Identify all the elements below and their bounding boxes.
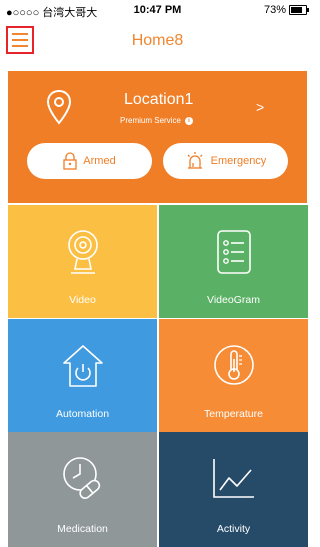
emergency-button[interactable]: Emergency bbox=[163, 143, 288, 179]
page-title: Home8 bbox=[131, 32, 184, 49]
battery-percent: 73% bbox=[263, 4, 286, 16]
list-document-icon bbox=[216, 230, 251, 274]
home-power-icon bbox=[62, 345, 103, 387]
video-label: Video bbox=[69, 294, 96, 306]
chevron-right-icon[interactable]: > bbox=[256, 99, 264, 115]
battery-status: 73% bbox=[263, 4, 309, 16]
activity-tile[interactable]: Activity bbox=[159, 432, 308, 547]
alarm-siren-icon bbox=[187, 152, 203, 169]
videogram-tile[interactable]: VideoGram bbox=[159, 205, 308, 318]
premium-service-label: Premium Service i bbox=[120, 116, 193, 125]
activity-chart-icon bbox=[212, 459, 254, 498]
info-icon[interactable]: i bbox=[184, 116, 193, 125]
temperature-label: Temperature bbox=[204, 408, 263, 420]
video-tile[interactable]: Video bbox=[8, 205, 157, 318]
thermometer-icon bbox=[213, 345, 254, 385]
lock-icon bbox=[63, 152, 77, 170]
clock-pill-icon bbox=[62, 457, 100, 500]
armed-button[interactable]: Armed bbox=[27, 143, 152, 179]
videogram-label: VideoGram bbox=[207, 294, 260, 306]
status-bar: ●○○○○ 台湾大哥大 10:47 PM 73% bbox=[0, 0, 315, 20]
webcam-icon bbox=[67, 230, 98, 274]
location-card[interactable]: Location1 Premium Service i > Armed Emer… bbox=[8, 71, 307, 203]
location-pin-icon bbox=[46, 89, 72, 125]
medication-label: Medication bbox=[57, 523, 108, 535]
activity-label: Activity bbox=[216, 523, 251, 535]
battery-icon bbox=[289, 5, 309, 15]
medication-tile[interactable]: Medication bbox=[8, 432, 157, 547]
automation-label: Automation bbox=[55, 408, 110, 420]
location-name: Location1 bbox=[124, 91, 194, 108]
navigation-bar: Home8 bbox=[0, 20, 315, 64]
temperature-tile[interactable]: Temperature bbox=[159, 319, 308, 432]
automation-tile[interactable]: Automation bbox=[8, 319, 157, 432]
service-text: Premium Service bbox=[120, 116, 181, 125]
emergency-label: Emergency bbox=[210, 155, 267, 167]
armed-label: Armed bbox=[83, 155, 116, 167]
